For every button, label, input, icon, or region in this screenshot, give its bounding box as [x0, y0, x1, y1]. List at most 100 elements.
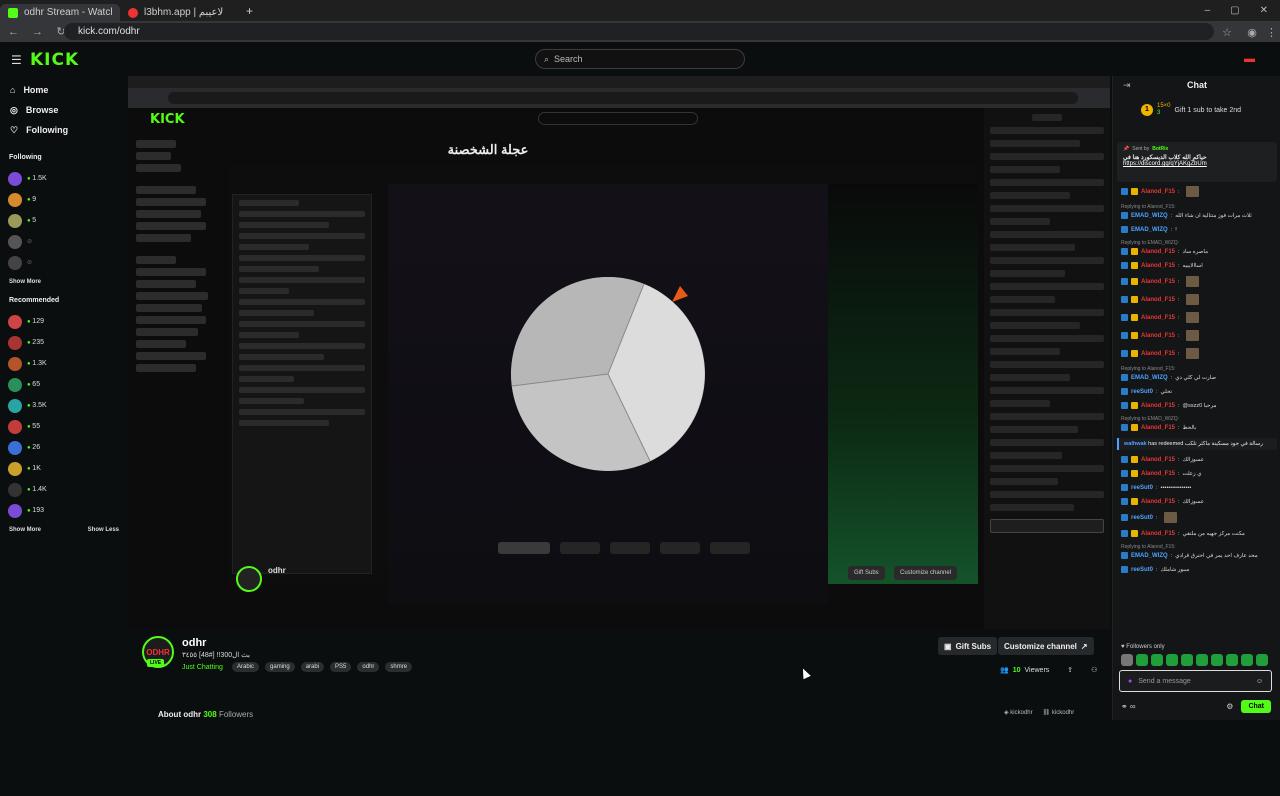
sidebar-channel[interactable]: ClassybeefSlots & Casino3.5K [0, 395, 1110, 796]
kick-logo[interactable]: KICK [30, 50, 79, 70]
forward-icon[interactable]: → [32, 26, 43, 38]
chat-username[interactable]: EMAD_WIZQ [1131, 375, 1168, 381]
address-bar[interactable]: kick.com/odhr [64, 23, 1214, 40]
channel-name[interactable]: odhr [182, 637, 206, 649]
chat-username[interactable]: reeSut0 [1131, 389, 1153, 395]
sidebar-channel[interactable]: KishGamingCall of Duty: Warzone65 [0, 374, 1110, 796]
chat-username[interactable]: Alanod_F15 [1141, 297, 1175, 303]
chat-username[interactable]: Alanod_F15 [1141, 189, 1175, 195]
sidebar-channel[interactable]: RYANGTTGJust Chatting9 [0, 189, 1110, 796]
sidebar-channel[interactable]: AdmiralBulldogStick it to the Stickman1.… [0, 353, 1110, 796]
chat-username[interactable]: Alanod_F15 [1141, 263, 1175, 269]
emote-button[interactable] [1151, 654, 1163, 666]
browser-tab[interactable]: l3bhm.app | لاعيبم [120, 4, 240, 21]
emote-button[interactable] [1241, 654, 1253, 666]
emote-button[interactable] [1136, 654, 1148, 666]
chat-username[interactable]: Alanod_F15 [1141, 333, 1175, 339]
share-icon[interactable]: ⇪ [1067, 666, 1073, 674]
redeem-user[interactable]: walhwak [1124, 441, 1147, 447]
minimize-icon[interactable]: – [1205, 5, 1211, 16]
profile-icon[interactable]: ◉ [1247, 26, 1257, 39]
chat-username[interactable]: Alanod_F15 [1141, 457, 1175, 463]
tag[interactable]: arabi [300, 662, 325, 672]
video-player[interactable]: KICK عجلة الشخصنة odhr Gift Subs Customi… [128, 76, 1110, 629]
back-icon[interactable]: ← [8, 26, 19, 38]
chat-message-input[interactable]: ● Send a message ☺ [1119, 670, 1272, 692]
search-input[interactable]: ⌕ Search [535, 49, 745, 69]
emote-button[interactable] [1166, 654, 1178, 666]
chat-username[interactable]: Alanod_F15 [1141, 249, 1175, 255]
gift-subs-button[interactable]: ▣ Gift Subs [938, 637, 998, 655]
show-less-button[interactable]: Show Less [88, 527, 119, 533]
nav-browse[interactable]: ◎ Browse [0, 100, 128, 120]
chat-settings-gear-icon[interactable]: ⚙ [1226, 702, 1233, 711]
show-more-button[interactable]: Show More [9, 527, 41, 533]
emote-button[interactable] [1196, 654, 1208, 666]
browser-tab-active[interactable]: odhr Stream - Watch Live on K [0, 4, 120, 21]
hamburger-menu-icon[interactable]: ☰ [11, 53, 22, 67]
sidebar-channel[interactable]: ShaktyGPodcasts193 [0, 500, 1110, 796]
chat-username[interactable]: Alanod_F15 [1141, 471, 1175, 477]
sidebar-channel[interactable]: crowegaminggJust Chatting129 [0, 311, 1110, 796]
tag[interactable]: PS5 [330, 662, 352, 672]
chat-username[interactable]: Alanod_F15 [1141, 499, 1175, 505]
bookmark-star-icon[interactable]: ☆ [1222, 26, 1232, 39]
menu-icon[interactable]: ⋮ [1266, 26, 1277, 39]
verified-badge-icon [1121, 226, 1128, 233]
chat-username[interactable]: Alanod_F15 [1141, 403, 1175, 409]
gift-sub-value: 3 [1157, 110, 1161, 116]
sidebar-channel[interactable]: AhmedNemesis⊘ [0, 231, 1110, 796]
chat-username[interactable]: EMAD_WIZQ [1131, 553, 1168, 559]
tag[interactable]: shmre [385, 662, 413, 672]
chat-username[interactable]: Alanod_F15 [1141, 279, 1175, 285]
show-more-following[interactable]: Show More [0, 273, 128, 291]
emoji-icon[interactable]: ☺ [1256, 678, 1263, 685]
emote-button[interactable] [1121, 654, 1133, 666]
nav-following[interactable]: ♡ Following [0, 120, 128, 140]
new-tab-button[interactable]: + [246, 4, 253, 18]
chat-username[interactable]: Alanod_F15 [1141, 531, 1175, 537]
user-avatar-icon[interactable]: ▬ [1244, 53, 1255, 65]
social-link[interactable]: ⛓ kickodhr [1043, 709, 1075, 716]
sidebar-channel[interactable]: n24nJust Chatting26 [0, 437, 1110, 796]
viewer-count: 26 [27, 444, 40, 451]
sidebar-channel[interactable]: Jm7lkCall of Duty: Black Ops 65 [0, 210, 1110, 796]
follow-user-icon[interactable]: ⚇ [1091, 666, 1097, 674]
sidebar-channel[interactable]: CCT_CSCounter-Strike 21.4K [0, 479, 1110, 796]
tag[interactable]: Arabic [232, 662, 260, 672]
channel-avatar [8, 398, 22, 413]
pinned-link[interactable]: https://discord.gg/qYjAKgZbUm [1123, 161, 1271, 167]
chat-username[interactable]: EMAD_WIZQ [1131, 227, 1168, 233]
chat-username[interactable]: reeSut0 [1131, 567, 1153, 573]
emote-button[interactable] [1226, 654, 1238, 666]
stream-category[interactable]: Just Chatting [182, 664, 223, 671]
emote-button[interactable] [1256, 654, 1268, 666]
nav-home[interactable]: ⌂ Home [0, 80, 128, 100]
chat-username[interactable]: Alanod_F15 [1141, 425, 1175, 431]
tag[interactable]: odhr [357, 662, 380, 672]
chat-send-button[interactable]: Chat [1241, 700, 1271, 713]
gift-goal[interactable]: 1 15×0 3 Gift 1 sub to take 2nd [1141, 103, 1241, 117]
emote-button[interactable] [1211, 654, 1223, 666]
maximize-icon[interactable]: ▢ [1230, 5, 1239, 16]
sidebar-channel[interactable]: MooseTaffyGrand Theft Auto V (GTA)55 [0, 416, 1110, 796]
sidebar-channel[interactable]: WityamOfficial⊘ [0, 252, 1110, 796]
customize-channel-button[interactable]: Customize channel ↗ [998, 637, 1094, 655]
chat-username[interactable]: reeSut0 [1131, 485, 1153, 491]
chat-username[interactable]: Alanod_F15 [1141, 315, 1175, 321]
chat-username[interactable]: EMAD_WIZQ [1131, 213, 1168, 219]
green-overlay [828, 184, 978, 584]
chat-points-icon[interactable]: ⚭ ∞ [1121, 702, 1136, 711]
sidebar-channel[interactable]: MrFarosyyDelta Force1.5K [0, 168, 1110, 796]
sidebar-channel[interactable]: FrankDimesSlots & Casino1K [0, 458, 1110, 796]
chat-username[interactable]: reeSut0 [1131, 515, 1153, 521]
sidebar-channel[interactable]: zondo_41IRL235 [0, 332, 1110, 796]
chat-username[interactable]: Alanod_F15 [1141, 351, 1175, 357]
crown-badge-icon [1131, 456, 1138, 463]
social-link[interactable]: ◈ kickodhr [1004, 709, 1033, 716]
emote-button[interactable] [1181, 654, 1193, 666]
pinned-author[interactable]: BotRix [1152, 146, 1168, 152]
reply-context: Replying to Alanod_F15: [1121, 366, 1176, 372]
close-icon[interactable]: ✕ [1260, 5, 1268, 16]
tag[interactable]: gaming [265, 662, 295, 672]
